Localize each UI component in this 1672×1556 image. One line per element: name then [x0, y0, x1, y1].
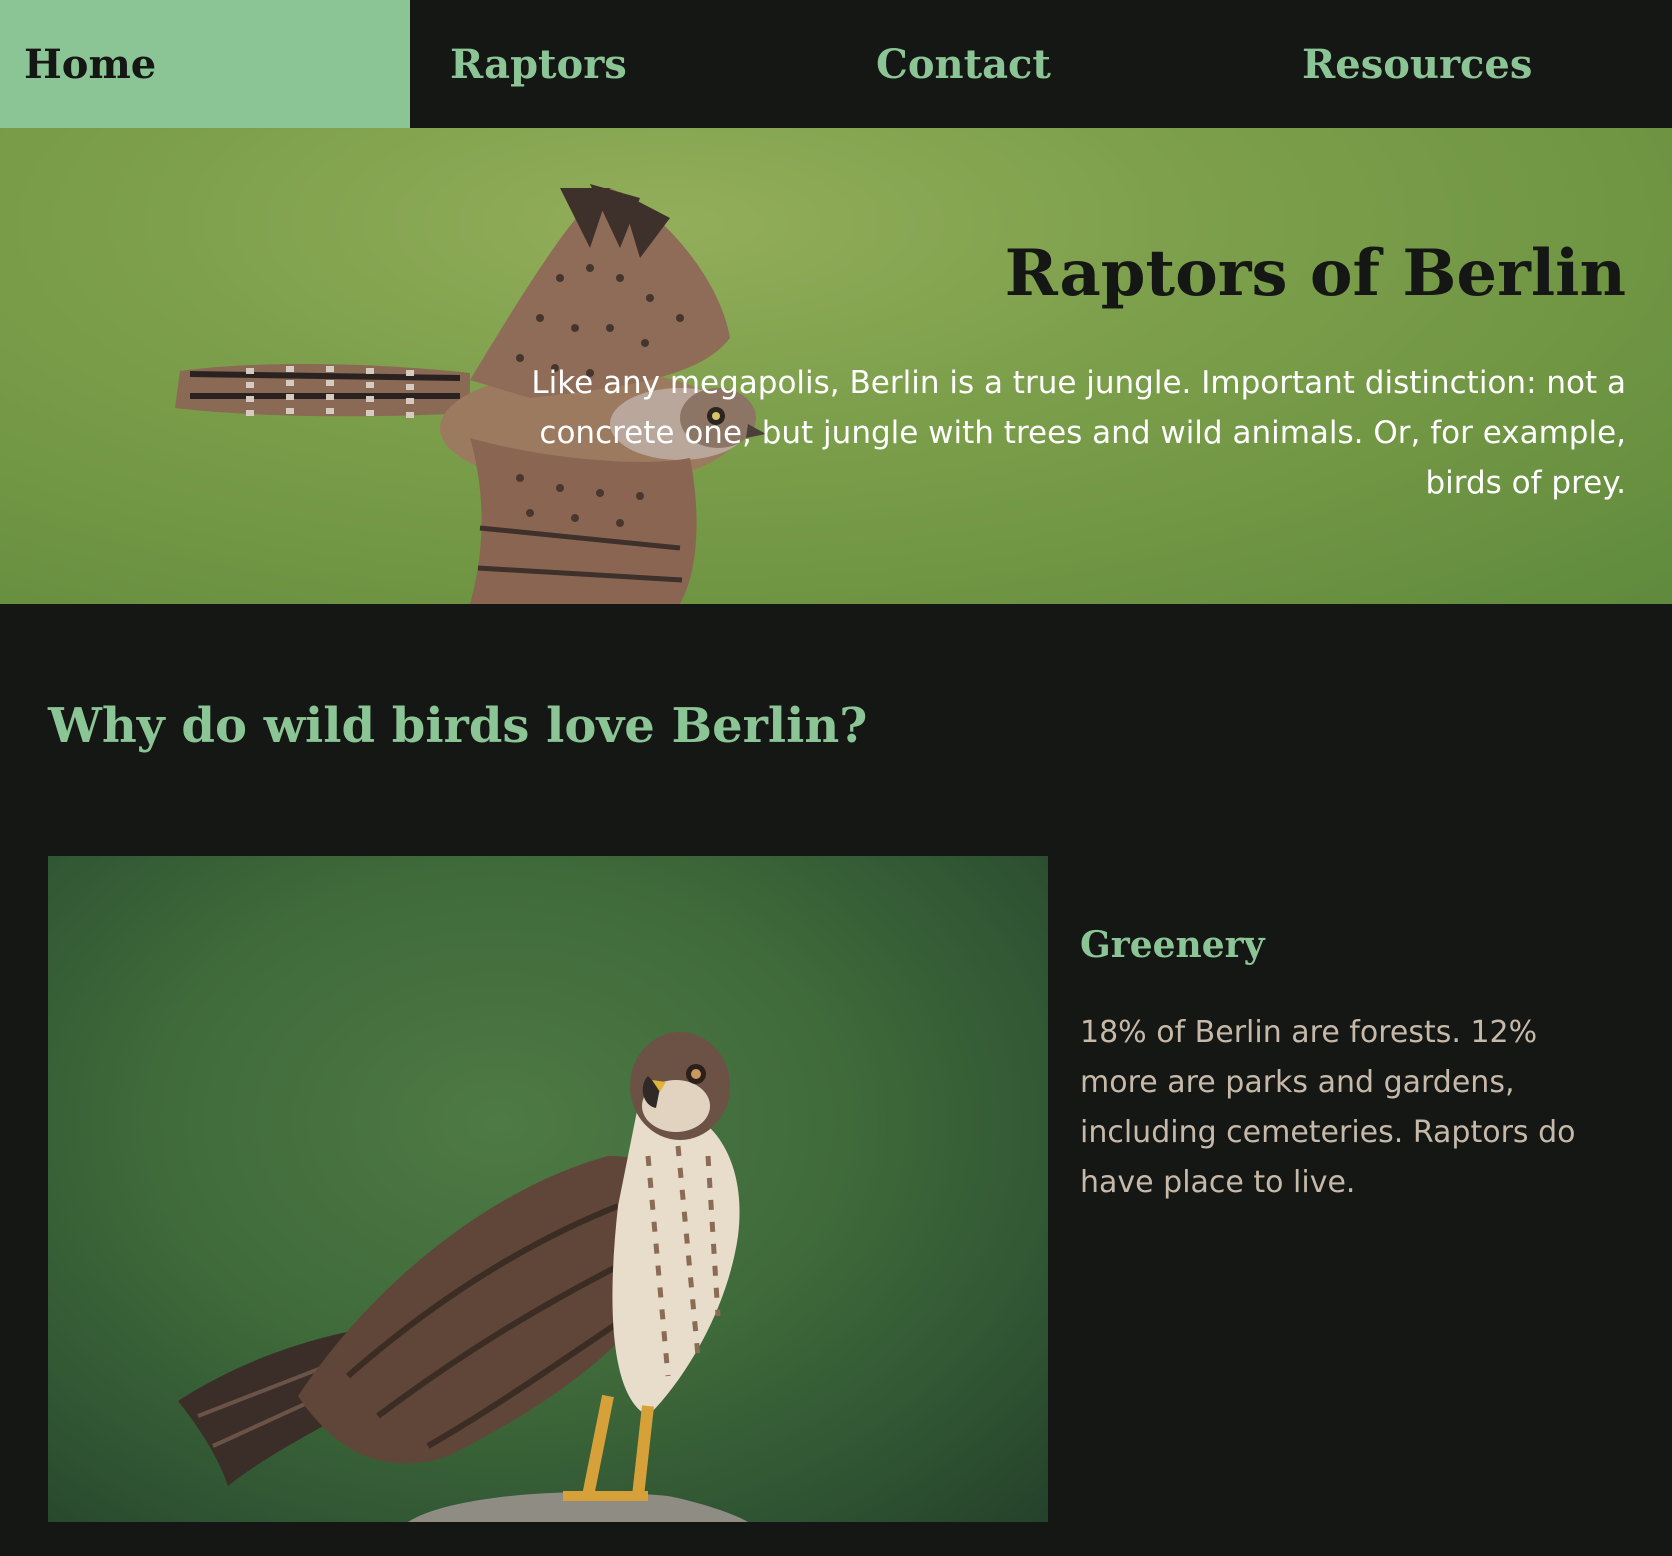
- nav-item-raptors[interactable]: Raptors: [410, 0, 836, 128]
- main-nav: Home Raptors Contact Resources: [0, 0, 1672, 128]
- nav-item-resources[interactable]: Resources: [1262, 0, 1672, 128]
- card-description: 18% of Berlin are forests. 12% more are …: [1080, 1015, 1576, 1200]
- buzzard-photo: [48, 856, 1048, 1522]
- hero-description: Like any megapolis, Berlin is a true jun…: [531, 365, 1626, 501]
- hero-title: Raptors of Berlin: [1004, 236, 1626, 311]
- card-title: Greenery: [1080, 924, 1265, 966]
- buzzard-image: [178, 1032, 748, 1522]
- section-title: Why do wild birds love Berlin?: [48, 698, 868, 754]
- hero-banner: Raptors of Berlin Like any megapolis, Be…: [0, 128, 1672, 604]
- nav-item-home[interactable]: Home: [0, 0, 410, 128]
- nav-item-contact[interactable]: Contact: [836, 0, 1262, 128]
